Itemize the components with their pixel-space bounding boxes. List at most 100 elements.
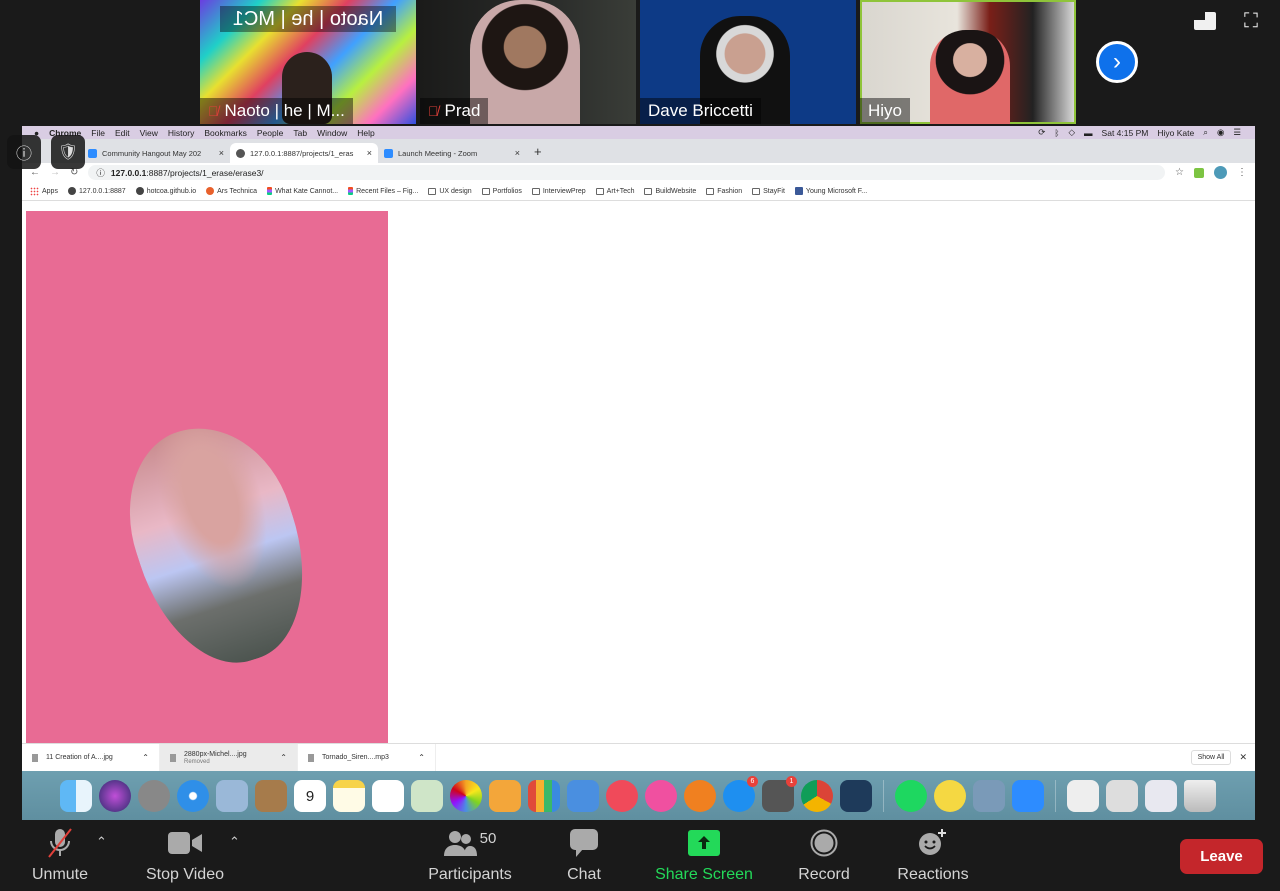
dock-launchpad[interactable] xyxy=(138,779,170,812)
bookmark-localhost[interactable]: 127.0.0.1:8887 xyxy=(67,187,126,195)
dock-chrome[interactable] xyxy=(801,779,833,812)
show-all-downloads-button[interactable]: Show All xyxy=(1190,750,1232,765)
dock-downloads-stack[interactable] xyxy=(1106,779,1138,812)
unmute-button[interactable]: Unmute xyxy=(28,826,92,884)
bookmark-stayfit[interactable]: StayFit xyxy=(752,187,785,195)
address-bar[interactable]: ⓘ 127.0.0.1:8887/projects/1_erase/erase3… xyxy=(88,165,1166,180)
menu-help[interactable]: Help xyxy=(357,128,374,138)
menu-window[interactable]: Window xyxy=(317,128,347,138)
video-tile-naoto[interactable]: Naoto | he | MC1 🎙̸ Naoto | he | M... xyxy=(200,0,416,124)
video-tile-dave[interactable]: Dave Briccetti xyxy=(640,0,856,124)
video-tile-hiyo[interactable]: Hiyo xyxy=(860,0,1076,124)
close-tab-icon[interactable]: × xyxy=(515,148,520,158)
close-tab-icon[interactable]: × xyxy=(219,148,224,158)
chat-button[interactable]: Chat xyxy=(566,826,602,884)
clock[interactable]: Sat 4:15 PM xyxy=(1102,128,1149,138)
dock-notes[interactable] xyxy=(333,779,365,812)
bookmark-apps[interactable]: Apps xyxy=(30,186,58,196)
dock-siri[interactable] xyxy=(99,779,131,812)
menu-people[interactable]: People xyxy=(257,128,283,138)
dock-keynote[interactable] xyxy=(567,779,599,812)
notification-center-icon[interactable]: ☰ xyxy=(1233,127,1241,138)
bookmark-ux-design[interactable]: UX design xyxy=(428,187,472,195)
dock-maps[interactable] xyxy=(411,779,443,812)
menu-file[interactable]: File xyxy=(91,128,105,138)
dock-app-store[interactable]: 6 xyxy=(723,775,758,812)
dock-trash[interactable] xyxy=(1184,779,1216,812)
download-item[interactable]: 2880px-Michel....jpg Removed ⌃ xyxy=(160,743,298,772)
erase-canvas[interactable] xyxy=(26,211,388,743)
flag-icon[interactable]: ▬ xyxy=(1084,128,1093,138)
leave-meeting-button[interactable]: Leave xyxy=(1180,839,1263,874)
menu-bookmarks[interactable]: Bookmarks xyxy=(204,128,247,138)
dock-photos[interactable] xyxy=(450,779,482,812)
dock-music-file[interactable] xyxy=(1067,779,1099,812)
info-icon[interactable]: ⓘ xyxy=(96,167,105,179)
dock-news[interactable] xyxy=(606,779,638,812)
next-page-button[interactable]: › xyxy=(1096,41,1138,83)
stop-video-button[interactable]: Stop Video xyxy=(144,826,226,884)
sync-icon[interactable]: ⟳ xyxy=(1038,127,1045,138)
share-screen-button[interactable]: Share Screen xyxy=(655,826,753,884)
bookmark-star-icon[interactable]: ☆ xyxy=(1175,167,1184,178)
spotlight-icon[interactable]: ⌕ xyxy=(1203,127,1208,138)
dock-reminders[interactable] xyxy=(372,779,404,812)
extension-icon[interactable] xyxy=(1194,167,1204,178)
chevron-up-icon[interactable]: ⌃ xyxy=(280,753,287,762)
security-button[interactable]: 🛡 xyxy=(51,135,85,169)
bookmark-young-microsoft[interactable]: Young Microsoft F... xyxy=(794,187,867,195)
record-button[interactable]: Record xyxy=(798,826,850,884)
bookmark-buildwebsite[interactable]: BuildWebsite xyxy=(644,187,696,195)
dock-safari[interactable] xyxy=(177,779,209,812)
bookmark-ars-technica[interactable]: Ars Technica xyxy=(206,187,257,195)
chevron-up-icon[interactable]: ⌃ xyxy=(418,753,425,762)
bookmark-recent-files[interactable]: Recent Files – Fig... xyxy=(348,187,418,195)
dock-preview[interactable] xyxy=(973,779,1005,812)
dock-screenshots-stack[interactable] xyxy=(1145,779,1177,812)
bookmark-art-tech[interactable]: Art+Tech xyxy=(595,187,634,195)
fullscreen-button[interactable]: ⛶ xyxy=(1240,10,1262,32)
siri-icon[interactable]: ◉ xyxy=(1217,127,1224,138)
menu-view[interactable]: View xyxy=(140,128,158,138)
dock-mail[interactable] xyxy=(216,779,248,812)
menu-tab[interactable]: Tab xyxy=(293,128,307,138)
dock-zoom[interactable] xyxy=(1012,779,1044,812)
dock-system-preferences[interactable]: 1 xyxy=(762,775,797,812)
dock-vscode[interactable] xyxy=(840,779,872,812)
profile-avatar[interactable] xyxy=(1214,166,1227,179)
menu-kebab-icon[interactable]: ⋮ xyxy=(1237,167,1247,178)
bluetooth-icon[interactable]: ᛒ xyxy=(1054,128,1059,138)
chevron-up-icon[interactable]: ⌃ xyxy=(142,753,149,762)
meeting-info-button[interactable]: ⓘ xyxy=(7,135,41,169)
close-downloads-icon[interactable]: ✕ xyxy=(1239,752,1247,763)
dock-contacts[interactable] xyxy=(255,779,287,812)
dock-spotify[interactable] xyxy=(895,779,927,812)
audio-options-caret[interactable]: ⌃ xyxy=(96,834,107,850)
reactions-button[interactable]: Reactions xyxy=(897,826,969,884)
bookmark-portfolios[interactable]: Portfolios xyxy=(481,187,522,195)
dock-books[interactable] xyxy=(684,779,716,812)
menu-history[interactable]: History xyxy=(168,128,194,138)
dock-pages[interactable] xyxy=(489,779,521,812)
bookmark-what-kate-cannot[interactable]: What Kate Cannot... xyxy=(267,187,338,195)
wifi-icon[interactable]: ◇ xyxy=(1069,127,1076,138)
bookmark-fashion[interactable]: Fashion xyxy=(706,187,742,195)
menu-edit[interactable]: Edit xyxy=(115,128,130,138)
dock-numbers[interactable] xyxy=(528,779,560,812)
participants-button[interactable]: 50 Participants xyxy=(426,826,514,884)
dock-calendar[interactable]: 9 xyxy=(294,779,326,812)
dock-200ok[interactable] xyxy=(934,779,966,812)
bookmark-hotcoa[interactable]: hotcoa.github.io xyxy=(135,187,196,195)
bookmark-interviewprep[interactable]: InterviewPrep xyxy=(531,187,586,195)
tab-erase3[interactable]: 127.0.0.1:8887/projects/1_eras × xyxy=(230,143,378,163)
dock-finder[interactable] xyxy=(60,779,92,812)
video-tile-prad[interactable]: 🎙̸ Prad xyxy=(420,0,636,124)
download-item[interactable]: Tornado_Siren....mp3 ⌃ xyxy=(298,743,436,772)
tab-launch-meeting[interactable]: Launch Meeting - Zoom × xyxy=(378,143,526,163)
download-item[interactable]: 11 Creation of A....jpg ⌃ xyxy=(22,743,160,772)
new-tab-button[interactable]: + xyxy=(534,143,542,163)
close-tab-icon[interactable]: × xyxy=(367,148,372,158)
user-name[interactable]: Hiyo Kate xyxy=(1157,128,1194,138)
video-options-caret[interactable]: ⌃ xyxy=(229,834,240,850)
tab-community-hangout[interactable]: Community Hangout May 202 × xyxy=(82,143,230,163)
